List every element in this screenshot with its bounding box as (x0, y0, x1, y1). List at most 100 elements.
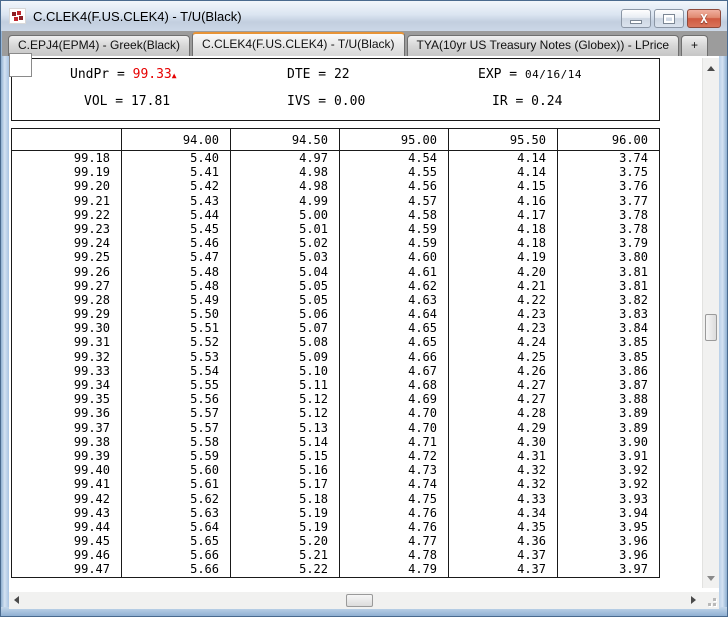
price-cell: 99.24 (12, 236, 122, 250)
price-cell: 5.55 (122, 378, 231, 392)
tab-tu-black-active[interactable]: C.CLEK4(F.US.CLEK4) - T/U(Black) (192, 32, 405, 56)
price-cell: 99.22 (12, 208, 122, 222)
tab-bar: C.EPJ4(EPM4) - Greek(Black) C.CLEK4(F.US… (2, 31, 728, 56)
resize-grip[interactable] (702, 592, 719, 609)
price-cell: 5.48 (122, 279, 231, 293)
price-cell: 5.44 (122, 208, 231, 222)
scroll-down-button[interactable] (703, 570, 720, 586)
price-cell: 5.65 (122, 534, 231, 548)
price-cell: 4.18 (449, 222, 558, 236)
price-cell: 99.38 (12, 435, 122, 449)
price-cell: 4.32 (449, 477, 558, 491)
price-cell: 4.98 (231, 179, 340, 193)
price-cell: 4.59 (340, 222, 449, 236)
price-cell: 3.85 (558, 335, 659, 349)
price-cell: 4.16 (449, 194, 558, 208)
price-cell: 5.16 (231, 463, 340, 477)
price-cell: 4.61 (340, 265, 449, 279)
maximize-button[interactable] (654, 9, 684, 28)
scroll-left-button[interactable] (9, 592, 26, 608)
price-cell: 3.78 (558, 208, 659, 222)
price-cell: 5.19 (231, 520, 340, 534)
price-cell: 4.68 (340, 378, 449, 392)
price-cell: 3.96 (558, 534, 659, 548)
price-cell: 5.14 (231, 435, 340, 449)
price-cell: 5.07 (231, 321, 340, 335)
price-cell: 5.03 (231, 250, 340, 264)
strike-header-cell: 94.00 (122, 129, 231, 151)
price-cell: 5.17 (231, 477, 340, 491)
price-cell: 99.37 (12, 421, 122, 435)
price-cell: 3.94 (558, 506, 659, 520)
price-cell: 5.66 (122, 562, 231, 576)
price-cell: 4.37 (449, 548, 558, 562)
horizontal-scrollbar[interactable] (9, 592, 719, 609)
interest-rate: IR = 0.24 (492, 94, 562, 109)
underlying-price: UndPr = 99.33▲ (70, 67, 177, 82)
price-cell: 5.18 (231, 492, 340, 506)
corner-box (9, 53, 32, 77)
minimize-button[interactable] (621, 9, 651, 28)
price-cell: 4.59 (340, 236, 449, 250)
price-cell: 3.86 (558, 364, 659, 378)
arrow-up-icon (707, 66, 715, 71)
strike-header-cell: 95.00 (340, 129, 449, 151)
up-tick-icon: ▲ (172, 71, 177, 80)
horizontal-scroll-thumb[interactable] (346, 594, 373, 607)
price-cell: 5.13 (231, 421, 340, 435)
price-cell: 5.47 (122, 250, 231, 264)
titlebar[interactable]: C.CLEK4(F.US.CLEK4) - T/U(Black) X (1, 1, 727, 31)
price-cell: 99.25 (12, 250, 122, 264)
price-cell: 4.33 (449, 492, 558, 506)
price-cell: 5.45 (122, 222, 231, 236)
price-cell: 3.80 (558, 250, 659, 264)
price-cell: 4.30 (449, 435, 558, 449)
price-cell: 3.81 (558, 265, 659, 279)
price-cell: 4.35 (449, 520, 558, 534)
scroll-up-button[interactable] (703, 60, 720, 76)
price-cell: 4.18 (449, 236, 558, 250)
price-cell: 99.41 (12, 477, 122, 491)
price-cell: 99.44 (12, 520, 122, 534)
price-cell: 5.40 (122, 151, 231, 165)
app-icon (9, 8, 26, 24)
price-cell: 5.63 (122, 506, 231, 520)
price-cell: 3.89 (558, 421, 659, 435)
price-cell: 3.96 (558, 548, 659, 562)
price-cell: 4.37 (449, 562, 558, 576)
price-cell: 4.71 (340, 435, 449, 449)
price-cell: 3.93 (558, 492, 659, 506)
vertical-scroll-thumb[interactable] (705, 314, 717, 341)
price-cell: 5.62 (122, 492, 231, 506)
price-cell: 5.19 (231, 506, 340, 520)
price-cell: 4.31 (449, 449, 558, 463)
price-cell: 99.43 (12, 506, 122, 520)
price-cell: 5.46 (122, 236, 231, 250)
price-cell: 5.01 (231, 222, 340, 236)
price-cell: 5.43 (122, 194, 231, 208)
price-cell: 99.27 (12, 279, 122, 293)
price-cell: 4.17 (449, 208, 558, 222)
price-cell: 99.35 (12, 392, 122, 406)
tab-tya-lprice[interactable]: TYA(10yr US Treasury Notes (Globex)) - L… (407, 35, 680, 56)
exp-value: 04/16/14 (525, 68, 582, 81)
price-cell: 5.11 (231, 378, 340, 392)
tab-greek[interactable]: C.EPJ4(EPM4) - Greek(Black) (8, 35, 190, 56)
vertical-scrollbar[interactable] (702, 58, 719, 588)
close-button[interactable]: X (687, 9, 721, 28)
price-cell: 4.56 (340, 179, 449, 193)
price-cell: 4.69 (340, 392, 449, 406)
price-cell: 4.62 (340, 279, 449, 293)
price-cell: 99.19 (12, 165, 122, 179)
window-border-left (1, 31, 9, 616)
price-cell: 5.48 (122, 265, 231, 279)
price-cell: 5.53 (122, 350, 231, 364)
price-cell: 4.21 (449, 279, 558, 293)
scroll-right-button[interactable] (685, 592, 702, 608)
add-tab-button[interactable]: + (681, 35, 708, 56)
price-cell: 4.24 (449, 335, 558, 349)
price-cell: 99.46 (12, 548, 122, 562)
price-cell: 4.55 (340, 165, 449, 179)
price-cell: 99.26 (12, 265, 122, 279)
undpr-value: 99.33 (133, 67, 172, 82)
